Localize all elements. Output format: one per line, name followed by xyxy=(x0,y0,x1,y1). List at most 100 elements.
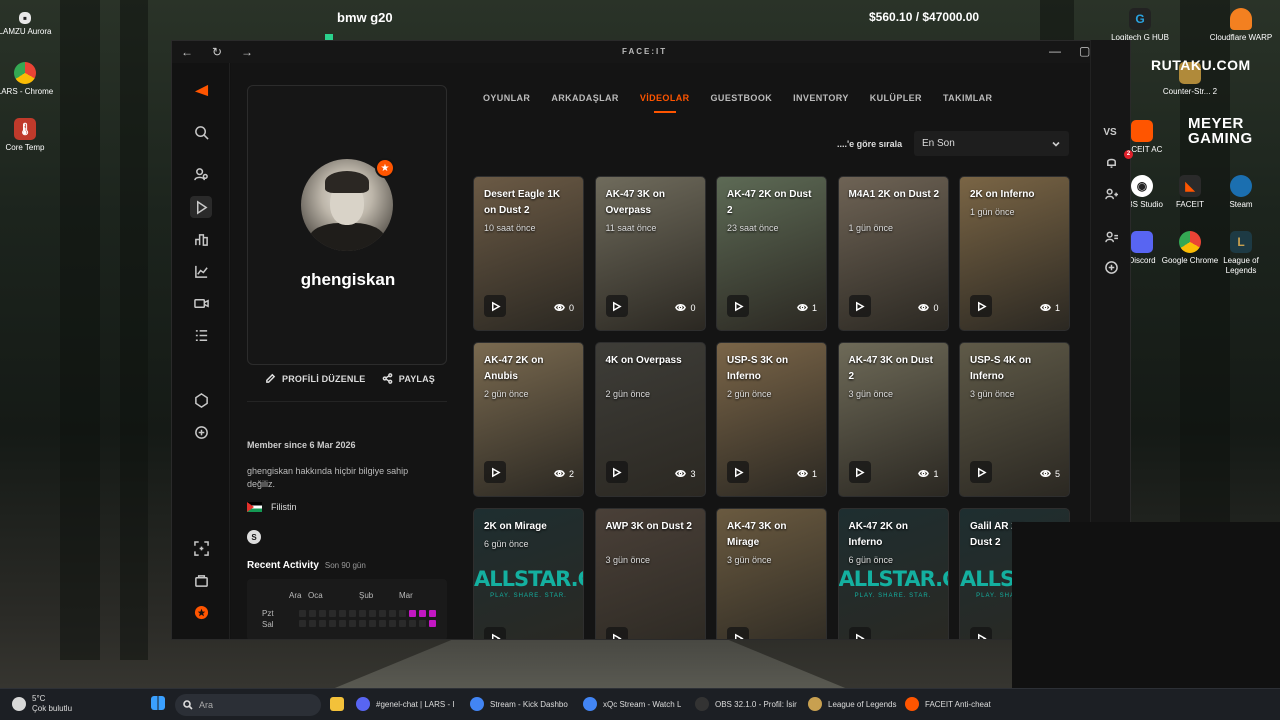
video-title: AK-47 3K on Overpass xyxy=(605,189,665,216)
activity-cell xyxy=(369,620,376,627)
tab-arkadaşlar[interactable]: ARKADAŞLAR xyxy=(551,93,619,113)
tab-vi̇deolar[interactable]: VİDEOLAR xyxy=(640,93,690,113)
eye-icon xyxy=(1040,470,1051,477)
forward-arrow-icon[interactable]: → xyxy=(232,45,262,59)
stats-chart-icon[interactable] xyxy=(190,260,212,282)
share-button[interactable]: PAYLAŞ xyxy=(382,373,435,384)
video-card[interactable]: AK-47 3K on Mirage 3 gün önce xyxy=(716,508,827,639)
eye-icon xyxy=(675,304,687,311)
find-players-icon[interactable] xyxy=(190,163,212,185)
video-card[interactable]: ALLSTAR.GG PLAY. SHARE. STAR. 2K on Mirage… xyxy=(473,508,584,639)
play-button[interactable] xyxy=(848,461,871,483)
tab-inventory[interactable]: INVENTORY xyxy=(793,93,849,113)
desktop-icon-steam[interactable]: Steam xyxy=(1209,175,1273,210)
refresh-icon[interactable]: ↻ xyxy=(202,45,232,59)
play-button[interactable] xyxy=(848,627,871,639)
taskbar: 5°C Çok bulutlu Ara #genel-chat | LARS -… xyxy=(0,688,1280,720)
vs-label[interactable]: VS xyxy=(1102,124,1118,140)
play-button[interactable] xyxy=(970,461,992,483)
steam-icon[interactable]: S xyxy=(247,530,261,544)
view-count: 1 xyxy=(1040,302,1060,313)
activity-cell xyxy=(339,610,346,617)
play-button[interactable] xyxy=(484,627,506,639)
start-button[interactable] xyxy=(151,696,165,710)
shop-bag-icon[interactable] xyxy=(190,569,212,591)
video-camera-icon[interactable] xyxy=(190,292,212,314)
video-age: 2 gün önce xyxy=(605,389,651,399)
play-button[interactable] xyxy=(484,295,506,317)
add-circle-icon[interactable] xyxy=(190,421,212,443)
sort-select[interactable]: En Son xyxy=(914,131,1069,156)
minimize-icon[interactable]: — xyxy=(1049,44,1061,58)
month-label: Oca xyxy=(308,591,323,600)
taskbar-app-3[interactable]: OBS 32.1.0 - Profil: İsir xyxy=(695,697,797,711)
taskbar-app-2[interactable]: xQc Stream - Watch L xyxy=(583,697,681,711)
add-circle-icon[interactable] xyxy=(1103,259,1119,275)
play-button[interactable] xyxy=(727,461,749,483)
desktop-icon-lars-chrome[interactable]: LARS - Chrome xyxy=(0,62,57,97)
weather-widget[interactable]: 5°C Çok bulutlu xyxy=(12,694,72,714)
allstar-tagline: PLAY. SHARE. STAR. xyxy=(490,593,567,599)
taskbar-app-5[interactable]: FACEIT Anti-cheat xyxy=(905,697,991,711)
video-title: USP-S 3K on Inferno xyxy=(727,355,789,382)
list-icon[interactable] xyxy=(190,324,212,346)
desktop-icon-lamzu[interactable]: ▪ LAMZU Aurora xyxy=(0,11,57,37)
edit-profile-button[interactable]: PROFİLİ DÜZENLE xyxy=(265,373,366,384)
video-card[interactable]: USP-S 4K on Inferno 3 gün önce 5 xyxy=(959,342,1070,497)
video-card[interactable]: ALLSTAR.GG PLAY. SHARE. STAR. AK-47 2K on … xyxy=(837,508,949,639)
tab-kulüpler[interactable]: KULÜPLER xyxy=(870,93,922,113)
desktop-icon-cloudflare[interactable]: Cloudflare WARP xyxy=(1209,8,1273,43)
play-button[interactable] xyxy=(484,461,506,483)
activity-cell xyxy=(429,620,436,627)
desktop-icon-league[interactable]: L League of Legends xyxy=(1209,231,1273,275)
find-players-icon[interactable] xyxy=(1103,229,1119,245)
taskbar-app-0[interactable]: #genel-chat | LARS - I xyxy=(356,697,455,711)
video-card[interactable]: Desert Eagle 1K on Dust 2 10 saat önce 0 xyxy=(473,176,584,331)
activity-cell xyxy=(419,620,426,627)
play-button[interactable] xyxy=(605,295,628,317)
taskbar-search[interactable]: Ara xyxy=(175,694,321,716)
sort-label: ....'e göre sırala xyxy=(837,139,903,149)
watch-play-icon[interactable] xyxy=(190,196,212,218)
taskbar-app-4[interactable]: League of Legends xyxy=(808,697,897,711)
tab-takimlar[interactable]: TAKIMLAR xyxy=(943,93,993,113)
play-button[interactable] xyxy=(970,627,992,639)
scan-icon[interactable] xyxy=(190,537,212,559)
video-card[interactable]: USP-S 3K on Inferno 2 gün önce 1 xyxy=(716,342,827,497)
video-card[interactable]: AK-47 3K on Overpass 11 saat önce 0 xyxy=(594,176,706,331)
divider xyxy=(247,401,447,402)
left-sidebar xyxy=(172,63,230,639)
video-title: AK-47 2K on Inferno xyxy=(848,521,908,548)
friends-icon[interactable] xyxy=(1103,186,1119,202)
back-arrow-icon[interactable]: ← xyxy=(172,45,202,59)
video-card[interactable]: AWP 3K on Dust 2 3 gün önce xyxy=(594,508,706,639)
desktop-icon-logitech[interactable]: G Logitech G HUB xyxy=(1108,8,1172,43)
play-button[interactable] xyxy=(970,295,992,317)
file-explorer-button[interactable] xyxy=(330,697,344,711)
tab-guestbook[interactable]: GUESTBOOK xyxy=(711,93,773,113)
video-card[interactable]: AK-47 3K on Dust 2 3 gün önce 1 xyxy=(837,342,949,497)
play-button[interactable] xyxy=(727,627,749,639)
video-card[interactable]: AK-47 2K on Dust 2 23 saat önce 1 xyxy=(716,176,827,331)
view-count: 1 xyxy=(797,468,817,479)
leaderboard-icon[interactable] xyxy=(190,228,212,250)
play-button[interactable] xyxy=(605,461,628,483)
video-card[interactable]: AK-47 2K on Anubis 2 gün önce 2 xyxy=(473,342,584,497)
play-button[interactable] xyxy=(727,295,749,317)
tab-oyunlar[interactable]: OYUNLAR xyxy=(483,93,530,113)
club-icon[interactable] xyxy=(190,389,212,411)
bell-icon[interactable]: 2 xyxy=(1103,150,1133,170)
video-card[interactable]: 4K on Overpass 2 gün önce 3 xyxy=(594,342,706,497)
play-button[interactable] xyxy=(605,627,628,639)
premium-star-icon[interactable] xyxy=(190,601,212,623)
maximize-icon[interactable]: ▢ xyxy=(1079,44,1090,58)
search-icon[interactable] xyxy=(190,121,212,143)
video-age: 11 saat önce xyxy=(605,223,657,233)
profile-username: ghengiskan xyxy=(300,270,396,289)
taskbar-app-1[interactable]: Stream - Kick Dashbo xyxy=(470,697,568,711)
desktop-icon-core-temp[interactable]: 🌡 Core Temp xyxy=(0,118,57,153)
video-card[interactable]: 2K on Inferno 1 gün önce 1 xyxy=(959,176,1070,331)
video-card[interactable]: M4A1 2K on Dust 2 1 gün önce 0 xyxy=(837,176,949,331)
play-button[interactable] xyxy=(848,295,871,317)
faceit-logo-icon[interactable] xyxy=(190,79,212,101)
